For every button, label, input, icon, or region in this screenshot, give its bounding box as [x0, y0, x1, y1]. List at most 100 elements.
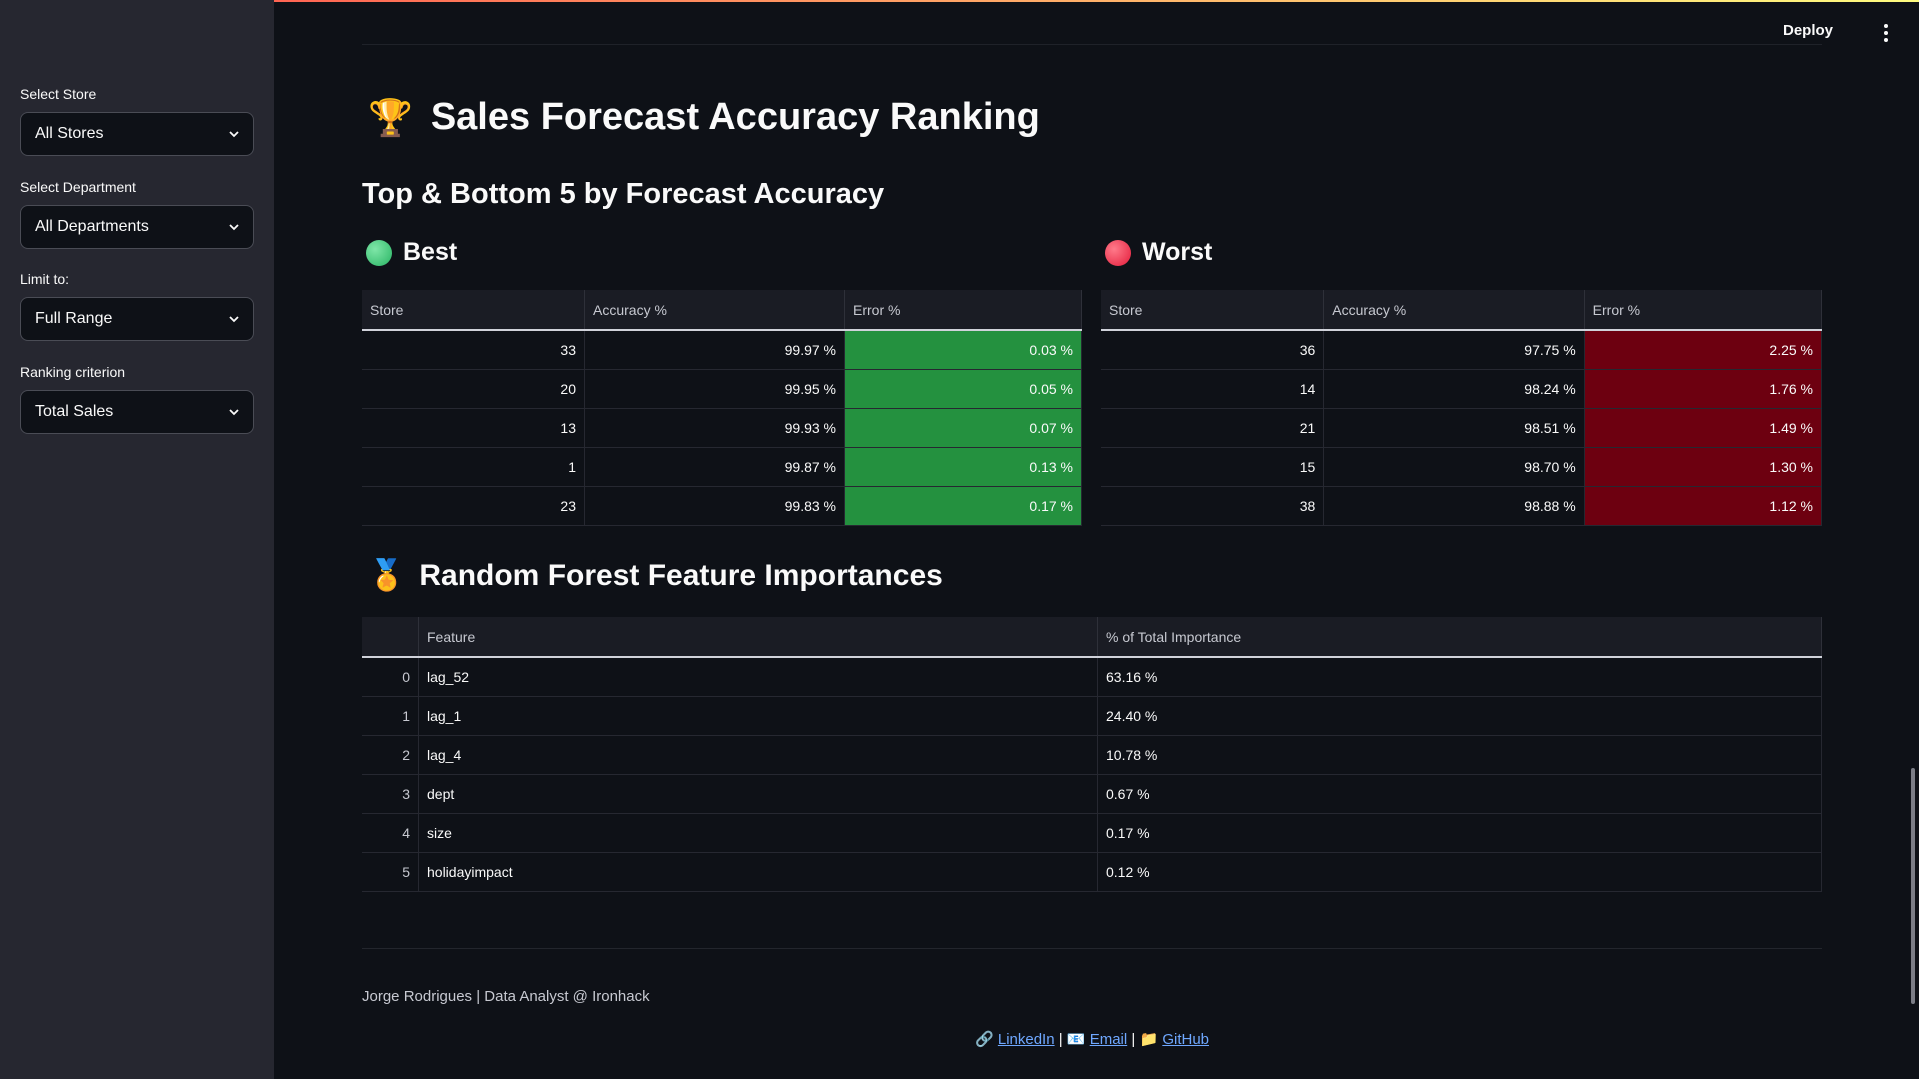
- feature-cell[interactable]: size: [418, 813, 1098, 853]
- error-cell[interactable]: 1.76 %: [1584, 369, 1823, 409]
- table-row: 20 99.95 % 0.05 %: [362, 369, 1082, 409]
- accuracy-cell[interactable]: 98.24 %: [1323, 369, 1585, 409]
- department-select[interactable]: All Departments: [20, 205, 254, 249]
- row-index[interactable]: 3: [362, 774, 419, 814]
- row-index[interactable]: 4: [362, 813, 419, 853]
- accuracy-cell[interactable]: 99.93 %: [584, 408, 845, 448]
- store-cell[interactable]: 36: [1101, 330, 1325, 370]
- accuracy-cell[interactable]: 99.83 %: [584, 486, 845, 526]
- column-header[interactable]: Accuracy %: [1323, 290, 1585, 331]
- table-row: 38 98.88 % 1.12 %: [1101, 486, 1823, 526]
- row-index[interactable]: 0: [362, 657, 419, 697]
- store-cell[interactable]: 21: [1101, 408, 1325, 448]
- scrollbar[interactable]: [1911, 768, 1915, 1004]
- importance-cell[interactable]: 0.67 %: [1097, 774, 1822, 814]
- author-credit: Jorge Rodrigues | Data Analyst @ Ironhac…: [362, 988, 650, 1005]
- error-cell[interactable]: 1.30 %: [1584, 447, 1823, 487]
- table-row: 1 99.87 % 0.13 %: [362, 447, 1082, 487]
- error-cell[interactable]: 0.07 %: [844, 408, 1082, 448]
- table-row: 5 holidayimpact 0.12 %: [362, 852, 1822, 892]
- table-row: 1 lag_1 24.40 %: [362, 696, 1822, 736]
- store-cell[interactable]: 23: [362, 486, 585, 526]
- range-select-value: Full Range: [35, 310, 113, 327]
- error-cell[interactable]: 1.49 %: [1584, 408, 1823, 448]
- store-cell[interactable]: 15: [1101, 447, 1325, 487]
- range-select[interactable]: Full Range: [20, 297, 254, 341]
- store-select[interactable]: All Stores: [20, 112, 254, 156]
- error-cell[interactable]: 1.12 %: [1584, 486, 1823, 526]
- accuracy-cell[interactable]: 99.87 %: [584, 447, 845, 487]
- importance-cell[interactable]: 24.40 %: [1097, 696, 1822, 736]
- store-cell[interactable]: 14: [1101, 369, 1325, 409]
- chevron-down-icon: [229, 131, 239, 138]
- email-link[interactable]: Email: [1090, 1031, 1128, 1048]
- linkedin-link[interactable]: LinkedIn: [998, 1031, 1055, 1048]
- error-cell[interactable]: 0.03 %: [844, 330, 1082, 370]
- store-cell[interactable]: 20: [362, 369, 585, 409]
- store-cell[interactable]: 1: [362, 447, 585, 487]
- error-cell[interactable]: 0.05 %: [844, 369, 1082, 409]
- link-icon: 🔗: [975, 1031, 994, 1048]
- table-row: 14 98.24 % 1.76 %: [1101, 369, 1823, 409]
- feature-cell[interactable]: lag_1: [418, 696, 1098, 736]
- accuracy-cell[interactable]: 97.75 %: [1323, 330, 1585, 370]
- importance-cell[interactable]: 0.12 %: [1097, 852, 1822, 892]
- ranking-filter: Ranking criterion Total Sales: [20, 364, 254, 434]
- table-row: 21 98.51 % 1.49 %: [1101, 408, 1823, 448]
- chevron-down-icon: [229, 316, 239, 323]
- footer-links: 🔗 LinkedIn | 📧 Email | 📁 GitHub: [362, 1030, 1822, 1048]
- features-heading: 🏅 Random Forest Feature Importances: [368, 558, 943, 593]
- row-index[interactable]: 5: [362, 852, 419, 892]
- index-header[interactable]: [362, 617, 419, 658]
- department-select-value: All Departments: [35, 218, 149, 235]
- table-row: 23 99.83 % 0.17 %: [362, 486, 1082, 526]
- main-content: 🏆 Sales Forecast Accuracy Ranking Top & …: [362, 0, 1823, 1079]
- row-index[interactable]: 2: [362, 735, 419, 775]
- chevron-down-icon: [229, 224, 239, 231]
- column-header[interactable]: Error %: [844, 290, 1082, 331]
- department-filter-label: Select Department: [20, 179, 136, 195]
- chevron-down-icon: [229, 409, 239, 416]
- feature-cell[interactable]: lag_4: [418, 735, 1098, 775]
- department-filter: Select Department All Departments: [20, 179, 254, 249]
- error-cell[interactable]: 0.13 %: [844, 447, 1082, 487]
- worst-heading: Worst: [1105, 238, 1212, 267]
- table-row: 2 lag_4 10.78 %: [362, 735, 1822, 775]
- column-header[interactable]: Error %: [1584, 290, 1823, 331]
- importance-cell[interactable]: 10.78 %: [1097, 735, 1822, 775]
- column-header[interactable]: Store: [362, 290, 585, 331]
- worst-table[interactable]: Store Accuracy % Error % 36 97.75 % 2.25…: [1101, 290, 1823, 526]
- importance-cell[interactable]: 0.17 %: [1097, 813, 1822, 853]
- best-heading-text: Best: [403, 238, 458, 266]
- row-index[interactable]: 1: [362, 696, 419, 736]
- red-circle-icon: [1105, 239, 1131, 266]
- feature-cell[interactable]: dept: [418, 774, 1098, 814]
- table-header-row: Feature % of Total Importance: [362, 617, 1822, 658]
- column-header[interactable]: % of Total Importance: [1097, 617, 1822, 658]
- github-link[interactable]: GitHub: [1162, 1031, 1209, 1048]
- store-filter-label: Select Store: [20, 86, 97, 102]
- importance-cell[interactable]: 63.16 %: [1097, 657, 1822, 697]
- best-table[interactable]: Store Accuracy % Error % 33 99.97 % 0.03…: [362, 290, 1082, 526]
- accuracy-cell[interactable]: 99.97 %: [584, 330, 845, 370]
- accuracy-cell[interactable]: 98.88 %: [1323, 486, 1585, 526]
- kebab-icon[interactable]: [1883, 24, 1889, 42]
- accuracy-cell[interactable]: 98.70 %: [1323, 447, 1585, 487]
- column-header[interactable]: Store: [1101, 290, 1325, 331]
- error-cell[interactable]: 0.17 %: [844, 486, 1082, 526]
- store-cell[interactable]: 33: [362, 330, 585, 370]
- ranking-select-value: Total Sales: [35, 403, 114, 420]
- feature-cell[interactable]: lag_52: [418, 657, 1098, 697]
- ranking-select[interactable]: Total Sales: [20, 390, 254, 434]
- feature-importance-table[interactable]: Feature % of Total Importance 0 lag_52 6…: [362, 617, 1822, 892]
- separator: |: [1058, 1031, 1063, 1048]
- store-cell[interactable]: 13: [362, 408, 585, 448]
- column-header[interactable]: Accuracy %: [584, 290, 845, 331]
- accuracy-cell[interactable]: 99.95 %: [584, 369, 845, 409]
- feature-cell[interactable]: holidayimpact: [418, 852, 1098, 892]
- accuracy-cell[interactable]: 98.51 %: [1323, 408, 1585, 448]
- store-cell[interactable]: 38: [1101, 486, 1325, 526]
- error-cell[interactable]: 2.25 %: [1584, 330, 1823, 370]
- table-row: 15 98.70 % 1.30 %: [1101, 447, 1823, 487]
- column-header[interactable]: Feature: [418, 617, 1098, 658]
